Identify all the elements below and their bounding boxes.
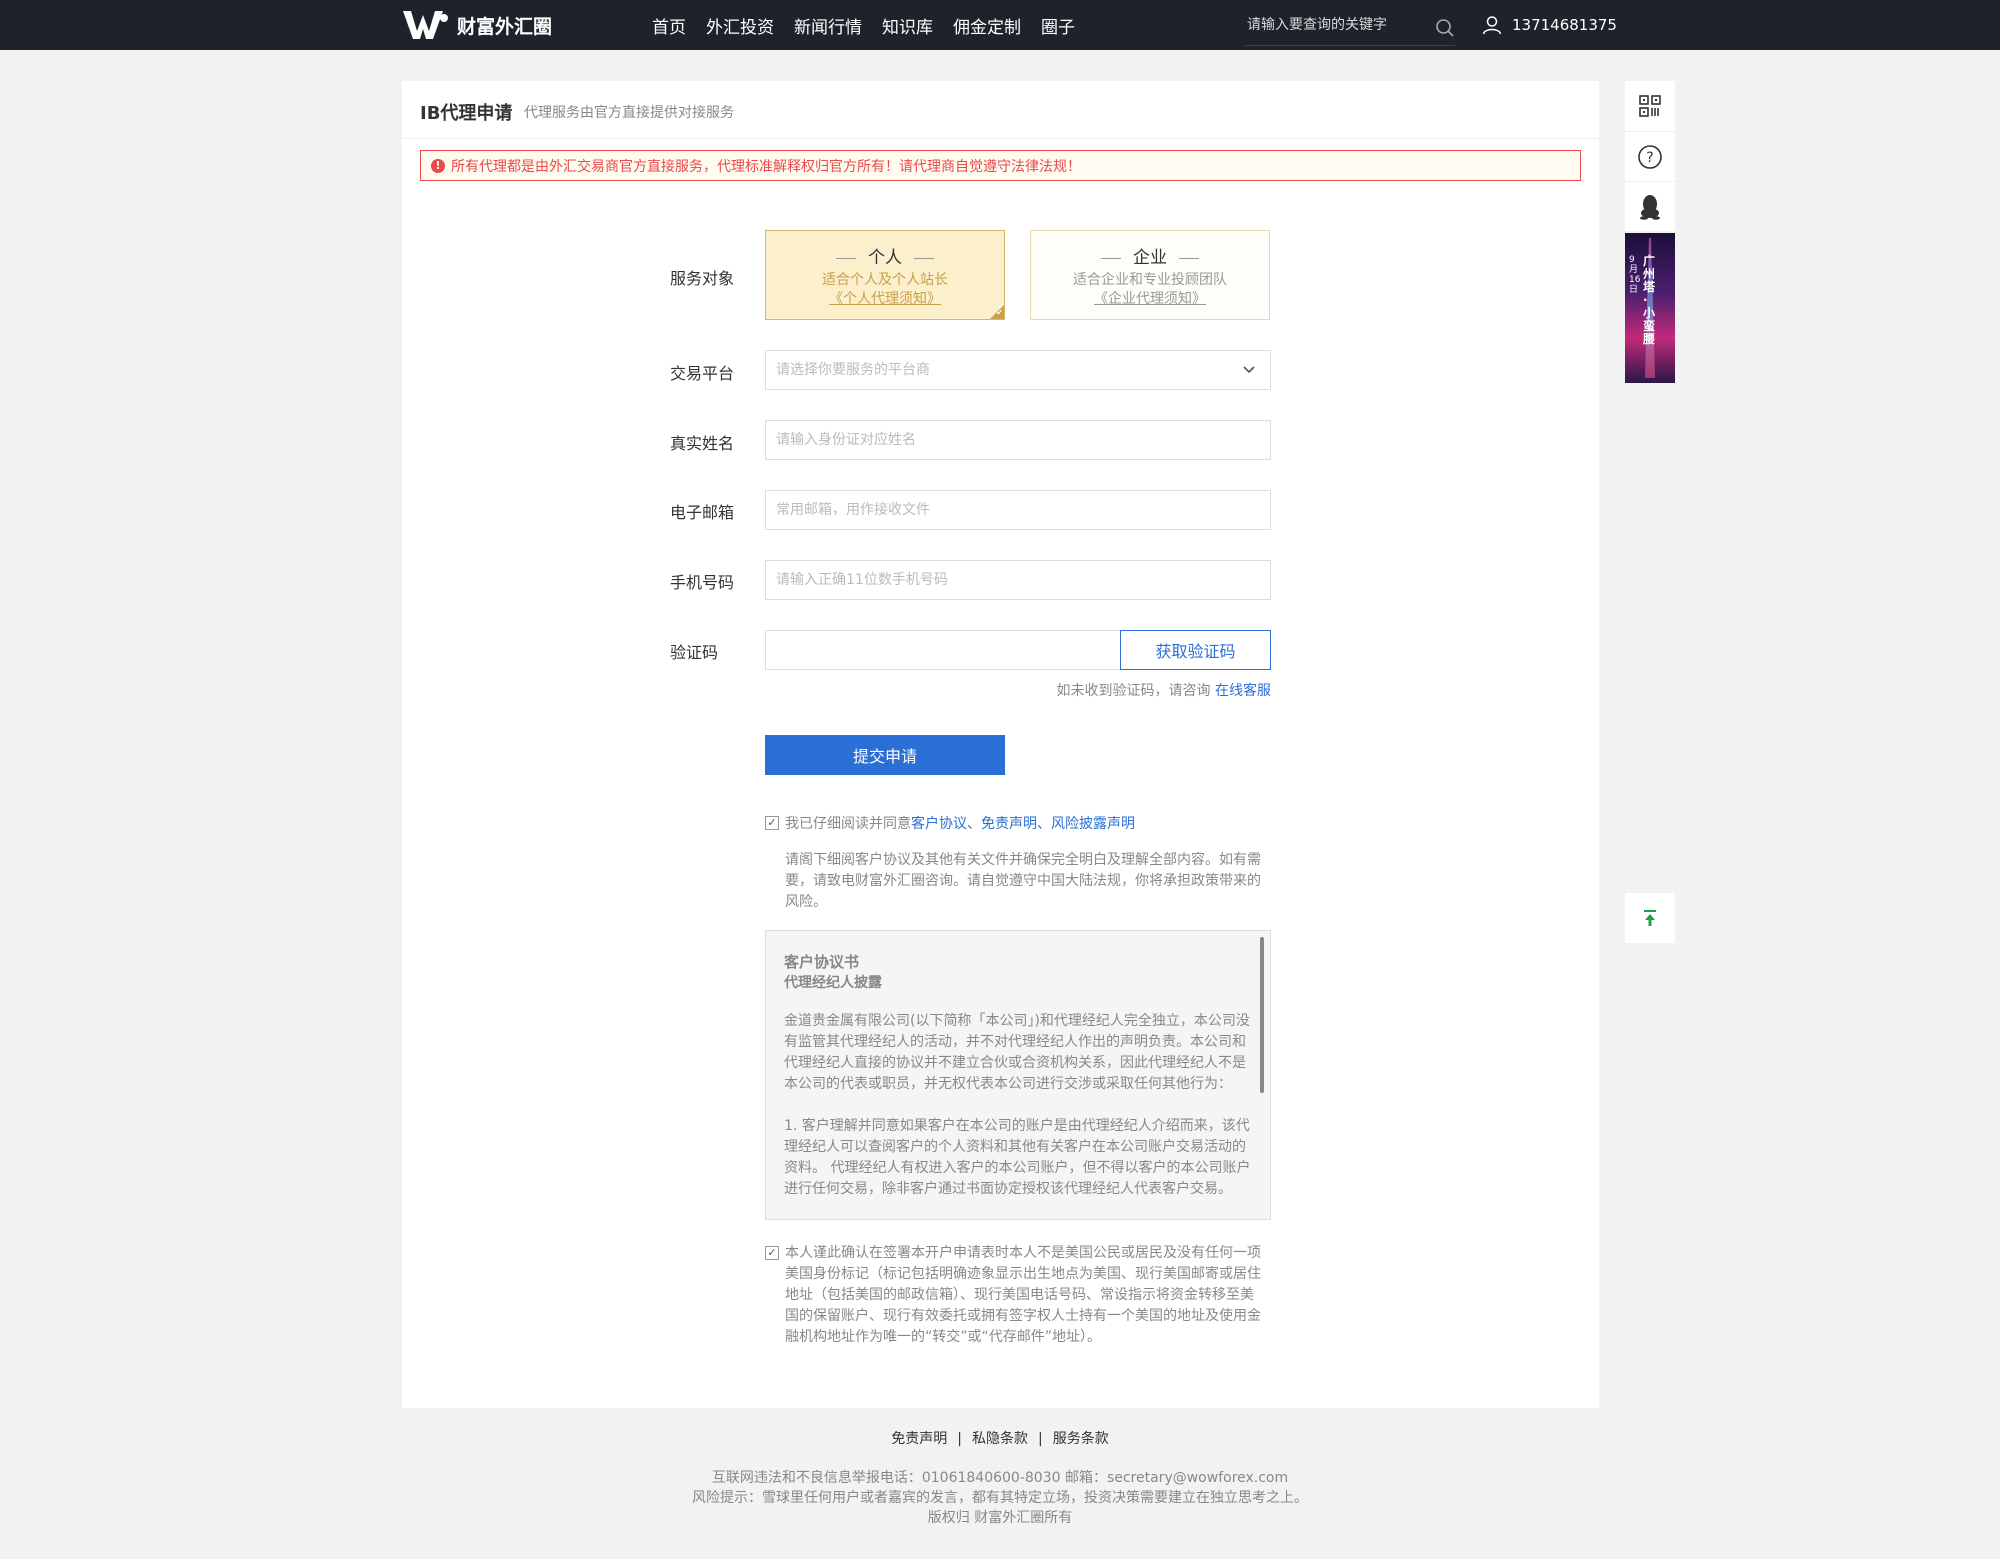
submit-button[interactable]: 提交申请 <box>765 735 1005 775</box>
option-personal-desc: 适合个人及个人站长 <box>822 272 948 288</box>
phone-label: 手机号码 <box>670 573 735 592</box>
page-title: IB代理申请 <box>420 103 513 124</box>
code-field <box>765 630 1125 670</box>
get-code-button[interactable]: 获取验证码 <box>1120 630 1271 670</box>
footer-terms-link[interactable]: 服务条款 <box>1053 1431 1109 1447</box>
footer-risk: 风险提示：雪球里任何用户或者嘉宾的发言，都有其特定立场，投资决策需要建立在独立思… <box>692 1490 1308 1506</box>
terms-scrollbox[interactable]: 客户协议书 代理经纪人披露 金道贵金属有限公司(以下简称「本公司」)和代理经纪人… <box>765 930 1271 1220</box>
alert-text: 所有代理都是由外汇交易商官方直接服务，代理标准解释权归官方所有！请代理商自觉遵守… <box>451 158 1081 175</box>
option-personal-title: 个人 <box>766 243 1004 268</box>
user-menu[interactable]: 13714681375 <box>1482 0 1617 50</box>
footer-disclaimer-link[interactable]: 免责声明 <box>891 1431 947 1447</box>
code-input[interactable] <box>766 631 1124 669</box>
platform-select[interactable] <box>765 350 1271 390</box>
client-agreement-link[interactable]: 客户协议 <box>911 816 967 832</box>
chevron-down-icon <box>1243 366 1255 374</box>
footer-privacy-link[interactable]: 私隐条款 <box>972 1431 1028 1447</box>
user-icon <box>1482 16 1502 35</box>
promo-banner[interactable]: 9月16日 广州塔·小蛮腰 <box>1625 233 1675 383</box>
email-field <box>765 490 1271 530</box>
terms-paragraph: 1. 客户理解并同意如果客户在本公司的账户是由代理经纪人介绍而来，该代理经纪人可… <box>784 1118 1251 1197</box>
nav-item-home[interactable]: 首页 <box>652 13 686 38</box>
help-button[interactable]: ? <box>1625 131 1675 181</box>
online-support-link[interactable]: 在线客服 <box>1215 683 1271 699</box>
banner-date: 9月16日 <box>1629 255 1641 295</box>
terms-subtitle: 代理经纪人披露 <box>784 975 882 991</box>
personal-terms-link[interactable]: 《个人代理须知》 <box>766 288 1004 308</box>
us-person-confirmation: 本人谨此确认在签署本开户申请表时本人不是美国公民或居民及没有任何一项美国身份标记… <box>785 1245 1261 1345</box>
phone-input[interactable] <box>766 561 1270 599</box>
nav-item-forex[interactable]: 外汇投资 <box>706 13 774 38</box>
footer-info: 互联网违法和不良信息举报电话：01061840600-8030 邮箱：secre… <box>0 1468 2000 1528</box>
warning-alert: ! 所有代理都是由外汇交易商官方直接服务，代理标准解释权归官方所有！请代理商自觉… <box>420 150 1581 181</box>
agree-text: 我已仔细阅读并同意客户协议、免责声明、风险披露声明 <box>785 816 1135 832</box>
user-phone: 13714681375 <box>1512 16 1617 34</box>
qq-penguin-icon <box>1640 194 1660 220</box>
main-nav: 首页 外汇投资 新闻行情 知识库 佣金定制 圈子 <box>652 0 1095 50</box>
platform-select-input[interactable] <box>766 351 1270 389</box>
qrcode-icon <box>1639 95 1661 117</box>
option-company-title: 企业 <box>1031 243 1269 268</box>
code-hint: 如未收到验证码，请咨询 在线客服 <box>1056 683 1271 699</box>
option-company-desc: 适合企业和专业投顾团队 <box>1073 272 1227 288</box>
nav-item-circle[interactable]: 圈子 <box>1041 13 1075 38</box>
name-field <box>765 420 1271 460</box>
logo-icon <box>403 11 448 39</box>
svg-text:?: ? <box>1646 150 1653 166</box>
name-label: 真实姓名 <box>670 434 735 453</box>
service-label: 服务对象 <box>670 269 735 288</box>
exclamation-icon: ! <box>431 158 445 173</box>
risk-disclosure-link[interactable]: 风险披露声明 <box>1051 816 1135 832</box>
brand-name: 财富外汇圈 <box>457 15 553 38</box>
back-to-top-button[interactable] <box>1625 893 1675 943</box>
option-personal[interactable]: 个人 适合个人及个人站长 《个人代理须知》 ✔ <box>765 230 1005 320</box>
email-input[interactable] <box>766 491 1270 529</box>
disclaimer-link[interactable]: 免责声明 <box>981 816 1037 832</box>
top-navbar: 财富外汇圈 首页 外汇投资 新闻行情 知识库 佣金定制 圈子 137146813… <box>0 0 2000 50</box>
card-header: IB代理申请 代理服务由官方直接提供对接服务 <box>402 81 1599 139</box>
email-label: 电子邮箱 <box>670 503 735 522</box>
option-company[interactable]: 企业 适合企业和专业投顾团队 《企业代理须知》 <box>1030 230 1270 320</box>
page-subtitle: 代理服务由官方直接提供对接服务 <box>524 105 734 121</box>
logo[interactable]: 财富外汇圈 <box>403 9 552 41</box>
nav-item-commission[interactable]: 佣金定制 <box>953 13 1021 38</box>
search-icon[interactable] <box>1435 18 1455 38</box>
confirm-checkbox[interactable]: ✓ <box>765 1246 779 1260</box>
code-label: 验证码 <box>670 643 719 662</box>
footer-contact: 互联网违法和不良信息举报电话：01061840600-8030 邮箱：secre… <box>711 1470 1289 1486</box>
footer-copyright: 版权归 财富外汇圈所有 <box>927 1510 1073 1526</box>
agree-checkbox[interactable]: ✓ <box>765 816 779 830</box>
name-input[interactable] <box>766 421 1270 459</box>
search-input[interactable] <box>1245 10 1425 40</box>
terms-scrollbar[interactable] <box>1260 937 1264 1093</box>
phone-field <box>765 560 1271 600</box>
platform-label: 交易平台 <box>670 364 735 383</box>
terms-paragraph: 金道贵金属有限公司(以下简称「本公司」)和代理经纪人完全独立，本公司没有监管其代… <box>784 1013 1250 1092</box>
selected-check-icon: ✔ <box>990 305 1004 319</box>
qq-button[interactable] <box>1625 181 1675 231</box>
nav-item-knowledge[interactable]: 知识库 <box>882 13 933 38</box>
qrcode-button[interactable] <box>1625 81 1675 131</box>
question-icon: ? <box>1638 144 1662 169</box>
nav-item-news[interactable]: 新闻行情 <box>794 13 862 38</box>
arrow-up-icon <box>1644 910 1656 926</box>
search-box <box>1245 10 1455 46</box>
terms-title: 客户协议书 <box>784 953 860 971</box>
agreement-note: 请阁下细阅客户协议及其他有关文件并确保完全明白及理解全部内容。如有需要，请致电财… <box>785 852 1261 910</box>
banner-text: 广州塔·小蛮腰 <box>1643 254 1656 346</box>
company-terms-link[interactable]: 《企业代理须知》 <box>1031 288 1269 308</box>
footer-links: 免责声明 | 私隐条款 | 服务条款 <box>891 1431 1109 1447</box>
